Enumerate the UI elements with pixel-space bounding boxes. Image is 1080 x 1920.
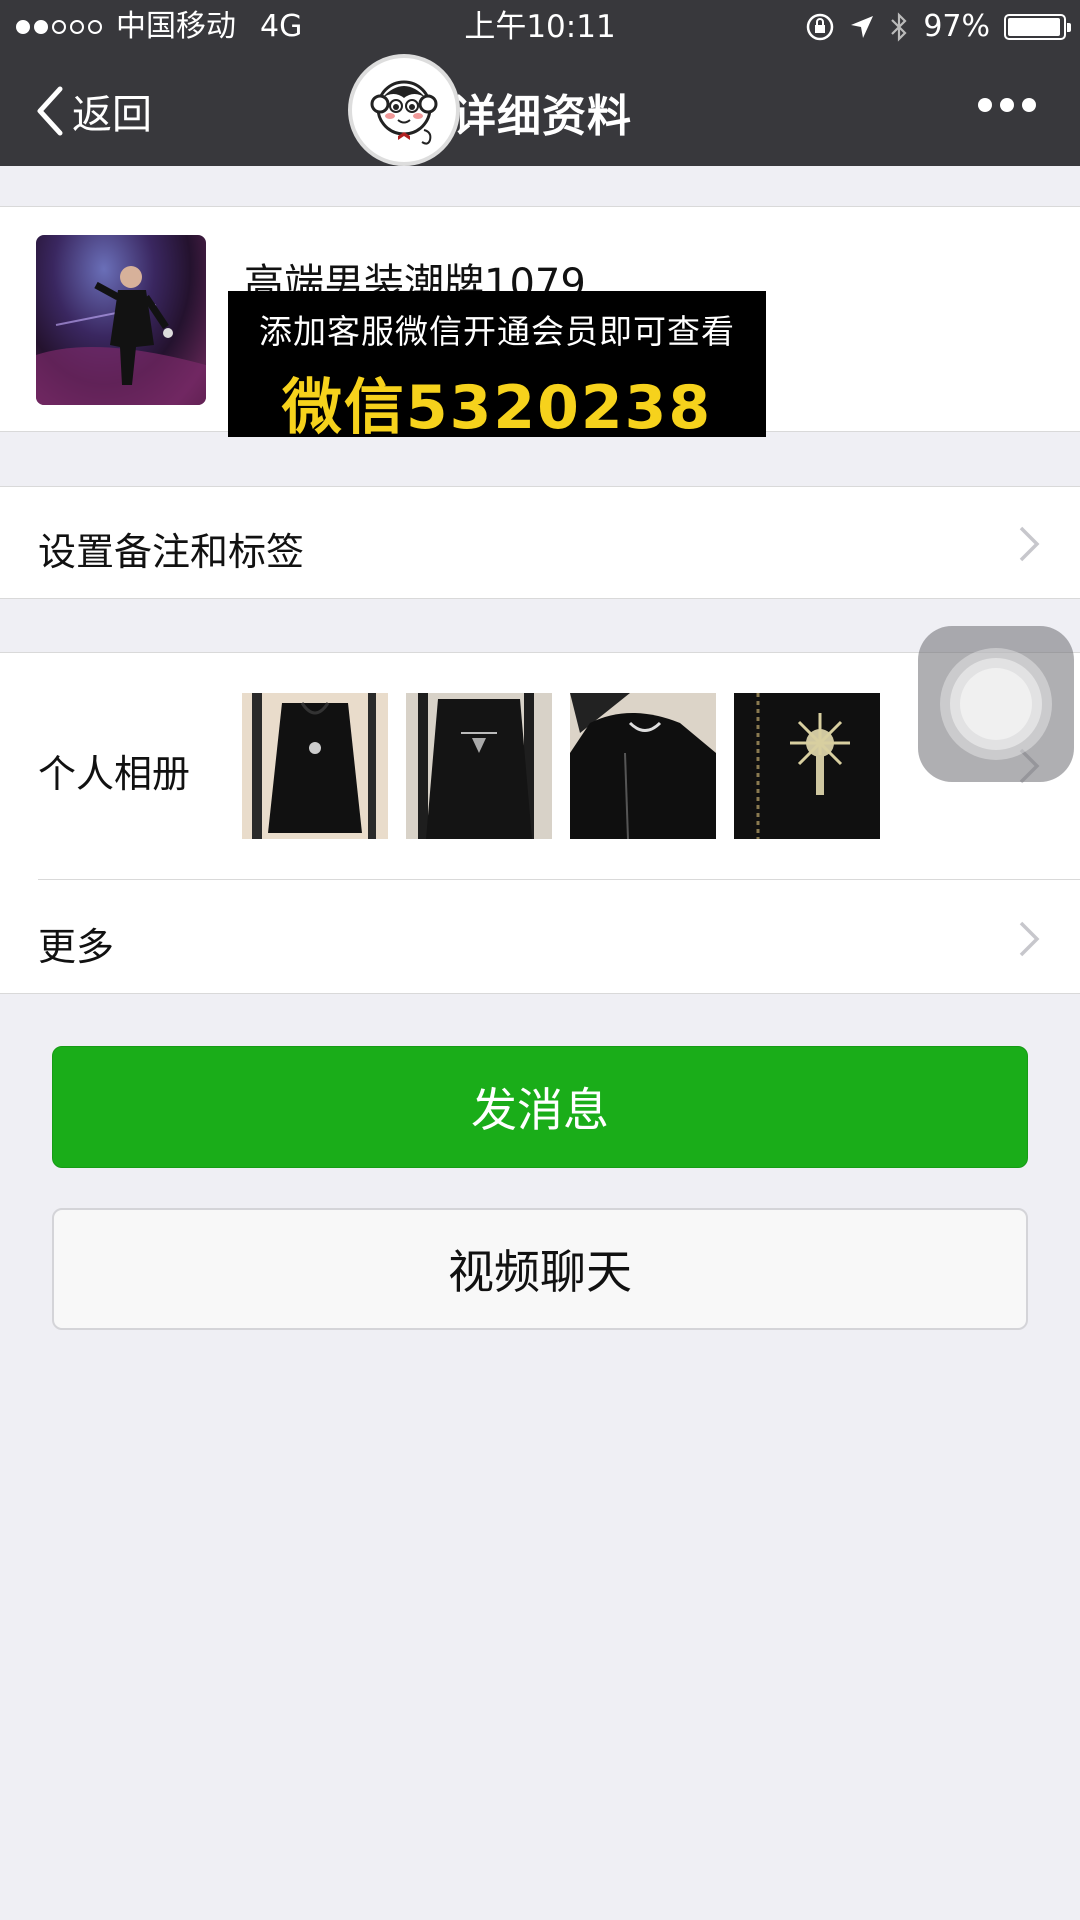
monkey-logo-icon <box>348 54 460 166</box>
avatar[interactable] <box>36 235 206 405</box>
chevron-right-icon <box>1019 921 1040 957</box>
more-options-button[interactable] <box>978 98 1036 112</box>
promo-wechat-id: 微信5320238 <box>281 373 713 443</box>
remark-and-tags-row[interactable]: 设置备注和标签 <box>0 486 1080 599</box>
back-label: 返回 <box>72 92 152 138</box>
album-photo[interactable] <box>242 693 388 839</box>
status-bar: 中国移动 4G 上午10:11 97% <box>0 0 1080 54</box>
album-photo[interactable] <box>734 693 880 839</box>
rotation-lock-icon <box>807 13 834 41</box>
assistive-touch-button[interactable] <box>918 626 1074 782</box>
dot-icon <box>1000 98 1014 112</box>
chevron-left-icon <box>37 86 63 136</box>
send-message-button[interactable]: 发消息 <box>52 1046 1028 1168</box>
video-chat-button[interactable]: 视频聊天 <box>52 1208 1028 1330</box>
top-bar: 中国移动 4G 上午10:11 97% 返回 详细资料 <box>0 0 1080 166</box>
back-button[interactable]: 返回 <box>34 82 152 140</box>
chevron-right-icon <box>1019 526 1040 562</box>
navigation-bar: 返回 详细资料 <box>0 54 1080 166</box>
dot-icon <box>978 98 992 112</box>
page-title: 详细资料 <box>452 91 632 142</box>
album-label: 个人相册 <box>38 752 191 796</box>
battery-fill <box>1008 18 1061 36</box>
more-row[interactable]: 更多 <box>0 880 1080 994</box>
album-photo[interactable] <box>406 693 552 839</box>
promo-banner: 添加客服微信开通会员即可查看 微信5320238 <box>228 291 766 443</box>
profile-card: 高端男装潮牌1079 添加客服微信开通会员即可查看 微信5320238 <box>0 206 1080 443</box>
promo-text: 添加客服微信开通会员即可查看 <box>259 312 735 351</box>
album-photo[interactable] <box>570 693 716 839</box>
album-thumbnails <box>242 693 880 839</box>
location-arrow-icon <box>851 16 874 38</box>
remark-label: 设置备注和标签 <box>38 530 305 574</box>
bluetooth-icon <box>891 12 907 42</box>
battery-icon <box>1004 14 1071 40</box>
battery-percent: 97% <box>923 9 990 44</box>
dot-icon <box>1022 98 1036 112</box>
more-label: 更多 <box>38 925 115 969</box>
